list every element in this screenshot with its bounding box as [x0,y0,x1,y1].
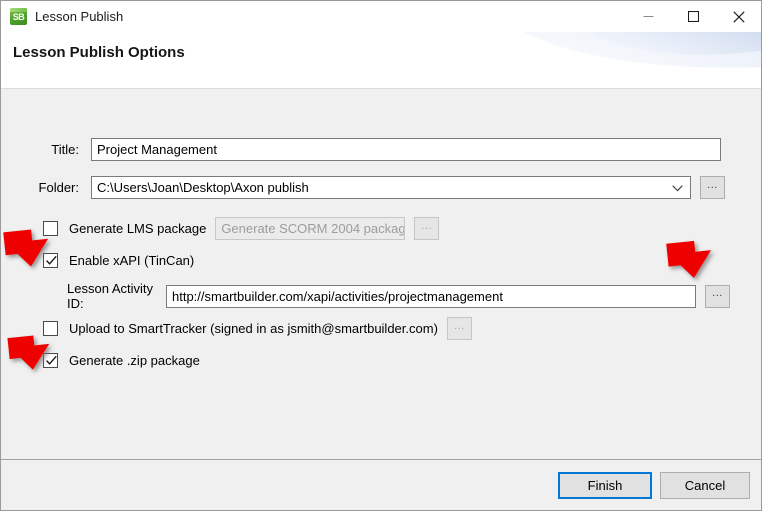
chevron-down-icon [672,180,683,195]
maximize-icon [688,11,699,22]
activity-id-label: Lesson Activity ID: [67,281,153,311]
close-icon [732,10,745,23]
enable-xapi-checkbox[interactable] [43,253,58,268]
dialog-footer: Finish Cancel [1,459,761,510]
minimize-button[interactable] [626,1,671,32]
activity-id-row: Lesson Activity ID: http://smartbuilder.… [67,281,757,311]
checkmark-icon [45,254,58,272]
enable-xapi-row: Enable xAPI (TinCan) [43,253,194,268]
title-label: Title: [51,142,79,157]
folder-value: C:\Users\Joan\Desktop\Axon publish [97,180,309,195]
folder-browse-button[interactable]: ... [700,176,725,199]
activity-id-input[interactable]: http://smartbuilder.com/xapi/activities/… [166,284,696,308]
page-title: Lesson Publish Options [13,44,185,61]
upload-smarttracker-row: Upload to SmartTracker (signed in as jsm… [43,317,472,340]
lms-package-type-value: Generate SCORM 2004 package [221,221,406,236]
generate-zip-row: Generate .zip package [43,353,200,368]
lms-package-type-dropdown: Generate SCORM 2004 package [215,217,406,240]
window-title: Lesson Publish [35,9,124,24]
generate-lms-label: Generate LMS package [69,221,207,236]
generate-zip-label: Generate .zip package [69,353,200,368]
generate-zip-checkbox[interactable] [43,353,58,368]
close-button[interactable] [716,1,761,32]
folder-row: Folder: C:\Users\Joan\Desktop\Axon publi… [1,176,761,199]
window-titlebar: SB Lesson Publish [1,1,761,32]
lesson-publish-dialog: SB Lesson Publish Lesson Publish Options… [0,0,762,511]
generate-lms-checkbox[interactable] [43,221,58,236]
minimize-icon [643,16,654,17]
upload-smarttracker-checkbox[interactable] [43,321,58,336]
upload-browse-button: ... [446,317,472,340]
folder-label: Folder: [38,180,79,195]
lms-browse-button: ... [414,217,440,240]
smartbuilder-cube-icon: SB [10,8,27,25]
enable-xapi-label: Enable xAPI (TinCan) [69,253,195,268]
cancel-button[interactable]: Cancel [660,472,750,499]
app-icon-text: SB [12,12,25,22]
title-row: Title: Project Management [1,138,761,161]
maximize-button[interactable] [671,1,716,32]
window-controls [626,1,761,32]
dialog-header: Lesson Publish Options [1,32,761,89]
upload-smarttracker-label: Upload to SmartTracker (signed in as jsm… [69,321,438,336]
dialog-body: Title: Project Management Folder: C:\Use… [1,89,761,459]
folder-combobox[interactable]: C:\Users\Joan\Desktop\Axon publish [91,176,691,199]
activity-id-browse-button[interactable]: ... [705,284,730,308]
checkmark-icon [45,354,58,372]
title-input[interactable]: Project Management [91,138,721,161]
generate-lms-row: Generate LMS package Generate SCORM 2004… [43,217,440,240]
finish-button[interactable]: Finish [558,472,652,499]
